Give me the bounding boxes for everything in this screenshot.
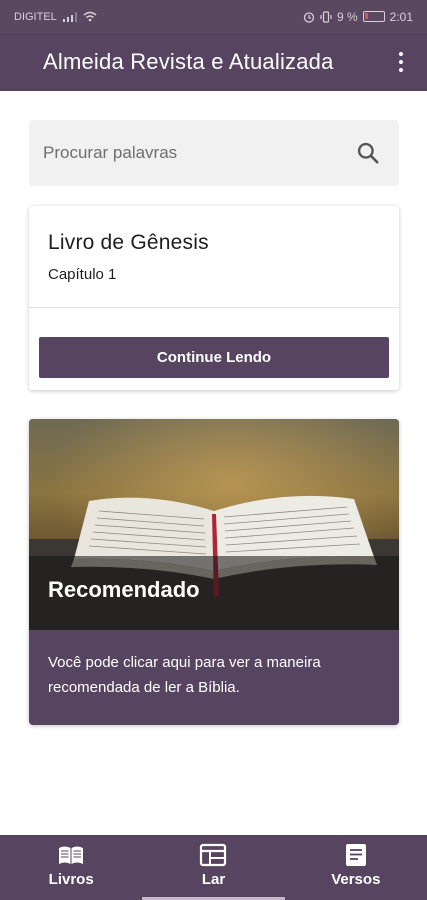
vibrate-icon <box>320 10 332 23</box>
book-title: Livro de Gênesis <box>48 231 209 254</box>
wifi-icon <box>83 11 97 22</box>
chapter-label: Capítulo 1 <box>48 266 117 283</box>
notes-icon <box>345 844 366 866</box>
nav-label-versos: Versos <box>331 871 381 888</box>
app-bar: Almeida Revista e Atualizada <box>0 33 427 91</box>
recommended-card[interactable]: Recomendado Você pode clicar aqui para v… <box>29 419 399 725</box>
nav-label-lar: Lar <box>201 871 226 888</box>
recommended-title: Recomendado <box>48 577 200 602</box>
continue-reading-card: Livro de Gênesis Capítulo 1 Continue Len… <box>29 206 399 390</box>
nav-item-livros[interactable]: Livros <box>0 835 142 900</box>
search-input[interactable] <box>43 143 355 163</box>
bottom-navigation: Livros Lar Versos <box>0 835 427 900</box>
home-dashboard-icon <box>200 843 227 867</box>
battery-percent: 9 % <box>336 9 358 24</box>
signal-icon <box>62 11 77 22</box>
card-divider <box>29 307 399 308</box>
nav-item-lar[interactable]: Lar <box>142 835 285 900</box>
alarm-icon <box>303 11 315 23</box>
more-vert-icon[interactable] <box>391 47 411 77</box>
recommended-description: Você pode clicar aqui para ver a maneira… <box>48 654 321 696</box>
carrier-name: DIGITEL <box>14 10 57 23</box>
app-title: Almeida Revista e Atualizada <box>43 49 334 74</box>
book-icon <box>59 846 84 864</box>
nav-item-versos[interactable]: Versos <box>285 835 427 900</box>
search-icon[interactable] <box>355 140 381 166</box>
status-bar: DIGITEL 9 % 2:01 <box>0 0 427 33</box>
battery-icon <box>362 11 385 22</box>
nav-label-livros: Livros <box>48 871 94 888</box>
search-bar[interactable] <box>29 120 399 186</box>
continue-reading-button[interactable]: Continue Lendo <box>39 337 389 378</box>
status-time: 2:01 <box>389 9 413 24</box>
